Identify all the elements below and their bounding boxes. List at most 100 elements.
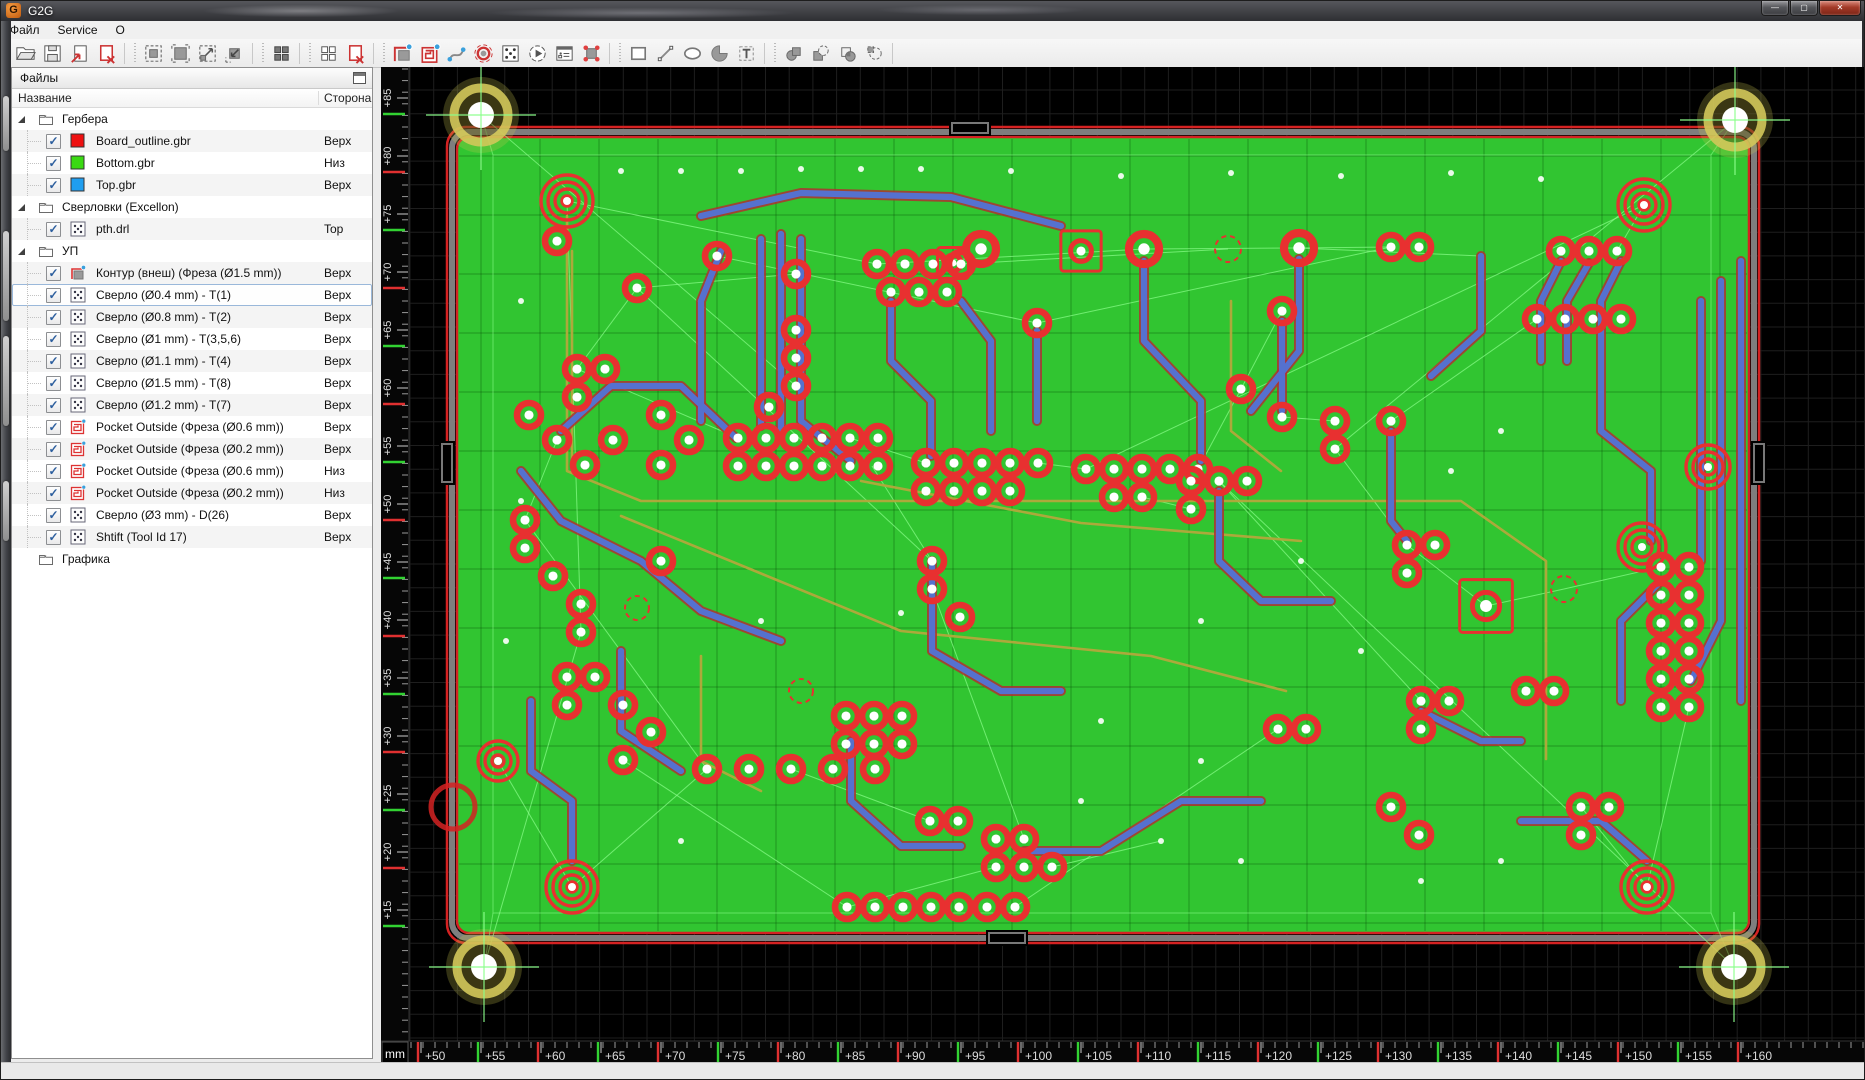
tree-row[interactable]: ✓ Board_outline.gbr Верх bbox=[12, 130, 372, 152]
curve-tool-icon[interactable] bbox=[444, 41, 469, 66]
file-label: Сверло (Ø1.5 mm) - T(8) bbox=[96, 376, 231, 390]
tree-row[interactable]: ✓ Pocket Outside (Фреза (Ø0.6 mm)) Верх bbox=[12, 416, 372, 438]
shape-text-icon[interactable] bbox=[734, 41, 759, 66]
tree-row[interactable]: ✓ Сверло (Ø1.5 mm) - T(8) Верх bbox=[12, 372, 372, 394]
toolbar-grip[interactable] bbox=[308, 43, 312, 63]
pcb-canvas[interactable]: +85 +80 +75 +70 +65 +60 +55 +50 +45 +40 +35 +30 +25 +… bbox=[381, 60, 1865, 1065]
visibility-checkbox[interactable]: ✓ bbox=[46, 530, 61, 545]
svg-text:+55: +55 bbox=[382, 437, 394, 456]
bool-intersect-icon[interactable] bbox=[835, 41, 860, 66]
toolbar-grip[interactable] bbox=[133, 43, 137, 63]
tree-row[interactable]: ✓ Pocket Outside (Фреза (Ø0.2 mm)) Низ bbox=[12, 482, 372, 504]
drill-icon bbox=[70, 309, 86, 325]
svg-text:+145: +145 bbox=[1565, 1049, 1592, 1063]
visibility-checkbox[interactable]: ✓ bbox=[46, 420, 61, 435]
svg-text:+50: +50 bbox=[425, 1049, 446, 1063]
toolbar-grip[interactable] bbox=[773, 43, 777, 63]
visibility-checkbox[interactable]: ✓ bbox=[46, 398, 61, 413]
tree-row[interactable]: ✓ Top.gbr Верх bbox=[12, 174, 372, 196]
export-page-icon[interactable] bbox=[67, 41, 92, 66]
zoom-fit-sel-icon[interactable] bbox=[141, 41, 166, 66]
shape-line-icon[interactable] bbox=[653, 41, 678, 66]
svg-text:+105: +105 bbox=[1085, 1049, 1112, 1063]
bool-subtract-icon[interactable] bbox=[808, 41, 833, 66]
tree-row[interactable]: ✓ Сверло (Ø0.8 mm) - T(2) Верх bbox=[12, 306, 372, 328]
tree-row[interactable]: ✓ Сверло (Ø3 mm) - D(26) Верх bbox=[12, 504, 372, 526]
circle-tool-icon[interactable] bbox=[471, 41, 496, 66]
tree-folder-2[interactable]: УП bbox=[12, 240, 372, 262]
menu-item-1[interactable]: Service bbox=[49, 21, 107, 39]
visibility-checkbox[interactable]: ✓ bbox=[46, 442, 61, 457]
visibility-checkbox[interactable]: ✓ bbox=[46, 332, 61, 347]
visibility-checkbox[interactable]: ✓ bbox=[46, 222, 61, 237]
visibility-checkbox[interactable]: ✓ bbox=[46, 178, 61, 193]
maximize-button[interactable]: ▢ bbox=[1790, 1, 1818, 16]
tree-folder-3[interactable]: Графика bbox=[12, 548, 372, 570]
visibility-checkbox[interactable]: ✓ bbox=[46, 156, 61, 171]
close-red-icon[interactable] bbox=[343, 41, 368, 66]
tree-line bbox=[27, 537, 41, 538]
tree-row[interactable]: ✓ Pocket Outside (Фреза (Ø0.2 mm)) Верх bbox=[12, 438, 372, 460]
tree-row[interactable]: ✓ Bottom.gbr Низ bbox=[12, 152, 372, 174]
edge-grip bbox=[3, 231, 9, 321]
visibility-checkbox[interactable]: ✓ bbox=[46, 288, 61, 303]
visibility-checkbox[interactable]: ✓ bbox=[46, 376, 61, 391]
tree-line bbox=[27, 515, 41, 516]
bool-xor-icon[interactable] bbox=[862, 41, 887, 66]
svg-text:+85: +85 bbox=[382, 89, 394, 108]
expander-icon[interactable] bbox=[18, 204, 25, 211]
visibility-checkbox[interactable]: ✓ bbox=[46, 508, 61, 523]
tree-folder-0[interactable]: Гербера bbox=[12, 108, 372, 130]
tree-row[interactable]: ✓ pth.drl Top bbox=[12, 218, 372, 240]
visibility-checkbox[interactable]: ✓ bbox=[46, 134, 61, 149]
menu-bar: Файл Service О bbox=[1, 21, 1864, 40]
tree-folder-1[interactable]: Сверловки (Excellon) bbox=[12, 196, 372, 218]
shape-ellipse-icon[interactable] bbox=[680, 41, 705, 66]
tile-outline-icon[interactable] bbox=[316, 41, 341, 66]
transform-tool-icon[interactable] bbox=[579, 41, 604, 66]
toolbar-grip[interactable] bbox=[261, 43, 265, 63]
menu-item-2[interactable]: О bbox=[107, 21, 134, 39]
drill-tool-icon[interactable] bbox=[498, 41, 523, 66]
close-page-icon[interactable] bbox=[94, 41, 119, 66]
visibility-checkbox[interactable]: ✓ bbox=[46, 310, 61, 325]
visibility-checkbox[interactable]: ✓ bbox=[46, 266, 61, 281]
run-tool-icon[interactable] bbox=[525, 41, 550, 66]
tree-row[interactable]: ✓ Pocket Outside (Фреза (Ø0.6 mm)) Низ bbox=[12, 460, 372, 482]
visibility-checkbox[interactable]: ✓ bbox=[46, 464, 61, 479]
folder-label: Сверловки (Excellon) bbox=[62, 200, 179, 214]
zoom-out-icon[interactable] bbox=[222, 41, 247, 66]
shape-pie-icon[interactable] bbox=[707, 41, 732, 66]
expander-icon[interactable] bbox=[18, 248, 25, 255]
params-form-icon[interactable] bbox=[552, 41, 577, 66]
shape-rect-icon[interactable] bbox=[626, 41, 651, 66]
float-panel-icon[interactable] bbox=[353, 72, 366, 84]
tree-row[interactable]: ✓ Сверло (Ø0.4 mm) - T(1) Верх bbox=[12, 284, 372, 306]
toolbar-group-3 bbox=[306, 41, 369, 66]
tree-line bbox=[27, 405, 41, 406]
bool-union-icon[interactable] bbox=[781, 41, 806, 66]
contour-tool-icon[interactable] bbox=[390, 41, 415, 66]
visibility-checkbox[interactable]: ✓ bbox=[46, 354, 61, 369]
svg-text:+130: +130 bbox=[1385, 1049, 1412, 1063]
tile-dark-icon[interactable] bbox=[269, 41, 294, 66]
pcb-canvas-area[interactable]: +85 +80 +75 +70 +65 +60 +55 +50 +45 +40 +35 +30 +25 +… bbox=[381, 60, 1865, 1065]
expander-icon[interactable] bbox=[18, 116, 25, 123]
zoom-in-icon[interactable] bbox=[195, 41, 220, 66]
tree-row[interactable]: ✓ Shtift (Tool Id 17) Верх bbox=[12, 526, 372, 548]
tree-row[interactable]: ✓ Сверло (Ø1.1 mm) - T(4) Верх bbox=[12, 350, 372, 372]
tree-row[interactable]: ✓ Сверло (Ø1.2 mm) - T(7) Верх bbox=[12, 394, 372, 416]
visibility-checkbox[interactable]: ✓ bbox=[46, 486, 61, 501]
tree-row[interactable]: ✓ Контур (внеш) (Фреза (Ø1.5 mm)) Верх bbox=[12, 262, 372, 284]
side-value: Верх bbox=[324, 508, 352, 522]
close-button[interactable]: ✕ bbox=[1819, 1, 1861, 16]
minimize-button[interactable]: — bbox=[1761, 1, 1789, 16]
open-icon[interactable] bbox=[13, 41, 38, 66]
toolbar-grip[interactable] bbox=[382, 43, 386, 63]
toolbar-grip[interactable] bbox=[618, 43, 622, 63]
zoom-fit-icon[interactable] bbox=[168, 41, 193, 66]
save-icon[interactable] bbox=[40, 41, 65, 66]
pocket-tool-icon[interactable] bbox=[417, 41, 442, 66]
tree-row[interactable]: ✓ Сверло (Ø1 mm) - T(3,5,6) Верх bbox=[12, 328, 372, 350]
column-separator[interactable] bbox=[318, 91, 319, 105]
